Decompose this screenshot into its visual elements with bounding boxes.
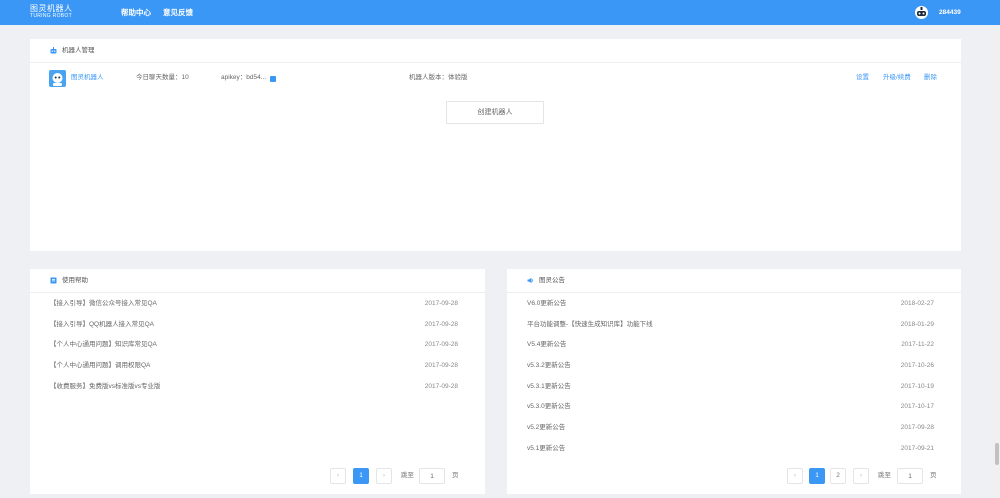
- list-item-title[interactable]: 【个人中心通用问题】调用权限QA: [50, 356, 150, 377]
- list-item-date: 2017-09-21: [900, 444, 934, 452]
- list-item-date: 2017-09-28: [424, 341, 458, 349]
- announcement-icon: [527, 277, 534, 284]
- robot-management-panel: 机器人管理 图灵机器人 今日聊天数量：10 apikey：bd54... 机器人…: [30, 39, 961, 251]
- panel-header: 机器人管理: [30, 39, 961, 63]
- next-page-button[interactable]: ›: [376, 468, 392, 484]
- list-item-title[interactable]: 【个人中心通用问题】知识库常见QA: [50, 335, 157, 356]
- page-unit-label: 页: [930, 472, 937, 479]
- user-avatar-icon[interactable]: [915, 6, 928, 19]
- list-item-date: 2017-10-26: [900, 362, 934, 370]
- page-button[interactable]: 1: [809, 468, 825, 484]
- list-item[interactable]: v5.3.1更新公告 2017-10-19: [507, 377, 961, 398]
- panel-title: 图灵公告: [539, 277, 565, 284]
- list-item-title[interactable]: v5.1更新公告: [527, 439, 565, 460]
- logo-title: 图灵机器人: [30, 4, 73, 13]
- prev-page-button[interactable]: ‹: [787, 468, 803, 484]
- copy-icon[interactable]: [270, 76, 276, 82]
- nav-help-center[interactable]: 帮助中心: [121, 0, 151, 25]
- robot-avatar-icon[interactable]: [49, 70, 66, 87]
- robot-manage-icon: [50, 47, 57, 54]
- list-item-title[interactable]: 【接入引导】微信公众号接入常见QA: [50, 294, 157, 315]
- announcement-panel: 图灵公告 V6.0更新公告 2018-02-27 平台功能调整-【快速生成知识库…: [507, 269, 961, 494]
- list-item-date: 2018-01-29: [900, 320, 934, 328]
- logo[interactable]: 图灵机器人 TURING ROBOT: [30, 4, 76, 22]
- list-item-date: 2017-09-28: [900, 424, 934, 432]
- list-item[interactable]: 平台功能调整-【快速生成知识库】功能下线 2018-01-29: [507, 315, 961, 336]
- pagination: ‹ 1 › 跳至 页: [330, 468, 460, 484]
- robot-version: 机器人版本：体验版: [409, 74, 468, 81]
- list-item-date: 2017-09-28: [424, 362, 458, 370]
- robot-chat-count: 今日聊天数量：10: [136, 74, 189, 81]
- list-item[interactable]: v5.3.0更新公告 2017-10-17: [507, 397, 961, 418]
- help-icon: [50, 277, 57, 284]
- announcement-list: V6.0更新公告 2018-02-27 平台功能调整-【快速生成知识库】功能下线…: [507, 294, 961, 460]
- list-item-date: 2017-10-19: [900, 382, 934, 390]
- prev-page-button[interactable]: ‹: [330, 468, 346, 484]
- top-bar: 图灵机器人 TURING ROBOT 帮助中心 意见反馈 284439: [0, 0, 1000, 25]
- panel-header: 使用帮助: [30, 269, 485, 293]
- list-item[interactable]: 【个人中心通用问题】知识库常见QA 2017-09-28: [30, 335, 485, 356]
- user-id[interactable]: 284439: [939, 0, 961, 25]
- page-input[interactable]: [419, 468, 445, 484]
- list-item[interactable]: V5.4更新公告 2017-11-22: [507, 335, 961, 356]
- list-item-date: 2018-02-27: [900, 300, 934, 307]
- panel-header: 图灵公告: [507, 269, 961, 293]
- list-item-date: 2017-09-28: [424, 382, 458, 390]
- page-input[interactable]: [897, 468, 923, 484]
- page-scrollbar[interactable]: [994, 25, 1000, 498]
- list-item-date: 2017-09-28: [424, 320, 458, 328]
- next-page-button[interactable]: ›: [853, 468, 869, 484]
- page-unit-label: 页: [452, 472, 459, 479]
- robot-apikey: apikey：bd54...: [221, 74, 267, 81]
- list-item[interactable]: v5.3.2更新公告 2017-10-26: [507, 356, 961, 377]
- list-item-date: 2017-09-28: [424, 300, 458, 307]
- goto-label: 跳至: [878, 472, 891, 479]
- help-panel: 使用帮助 【接入引导】微信公众号接入常见QA 2017-09-28 【接入引导】…: [30, 269, 485, 494]
- list-item-title[interactable]: V6.0更新公告: [527, 294, 566, 315]
- list-item[interactable]: 【收费服务】免费版vs标准版vs专业版 2017-09-28: [30, 377, 485, 398]
- list-item-date: 2017-11-22: [901, 341, 934, 349]
- robot-upgrade-link[interactable]: 升级/续费: [883, 72, 911, 84]
- list-item-title[interactable]: v5.3.2更新公告: [527, 356, 571, 377]
- pagination: ‹ 1 2 › 跳至 页: [787, 468, 937, 484]
- list-item[interactable]: 【个人中心通用问题】调用权限QA 2017-09-28: [30, 356, 485, 377]
- list-item[interactable]: V6.0更新公告 2018-02-27: [507, 294, 961, 315]
- list-item[interactable]: 【接入引导】QQ机器人接入常见QA 2017-09-28: [30, 315, 485, 336]
- page-button[interactable]: 1: [353, 468, 369, 484]
- logo-subtitle: TURING ROBOT: [30, 13, 72, 19]
- list-item-date: 2017-10-17: [900, 403, 934, 411]
- page-button[interactable]: 2: [830, 468, 846, 484]
- list-item[interactable]: v5.2更新公告 2017-09-28: [507, 418, 961, 439]
- goto-label: 跳至: [401, 472, 414, 479]
- list-item-title[interactable]: 【接入引导】QQ机器人接入常见QA: [50, 315, 154, 336]
- scrollbar-thumb[interactable]: [995, 443, 999, 465]
- help-list: 【接入引导】微信公众号接入常见QA 2017-09-28 【接入引导】QQ机器人…: [30, 294, 485, 397]
- list-item-title[interactable]: v5.2更新公告: [527, 418, 565, 439]
- nav-feedback[interactable]: 意见反馈: [163, 0, 193, 25]
- robot-name-link[interactable]: 图灵机器人: [71, 72, 104, 84]
- list-item[interactable]: v5.1更新公告 2017-09-21: [507, 439, 961, 460]
- create-robot-button[interactable]: 创建机器人: [446, 101, 544, 124]
- panel-title: 机器人管理: [62, 47, 95, 54]
- list-item-title[interactable]: v5.3.0更新公告: [527, 397, 571, 418]
- robot-settings-link[interactable]: 设置: [856, 72, 869, 84]
- robot-delete-link[interactable]: 删除: [924, 72, 937, 84]
- list-item-title[interactable]: 【收费服务】免费版vs标准版vs专业版: [50, 377, 161, 398]
- list-item-title[interactable]: 平台功能调整-【快速生成知识库】功能下线: [527, 315, 653, 336]
- list-item-title[interactable]: V5.4更新公告: [527, 335, 566, 356]
- list-item-title[interactable]: v5.3.1更新公告: [527, 377, 571, 398]
- list-item[interactable]: 【接入引导】微信公众号接入常见QA 2017-09-28: [30, 294, 485, 315]
- panel-title: 使用帮助: [62, 277, 88, 284]
